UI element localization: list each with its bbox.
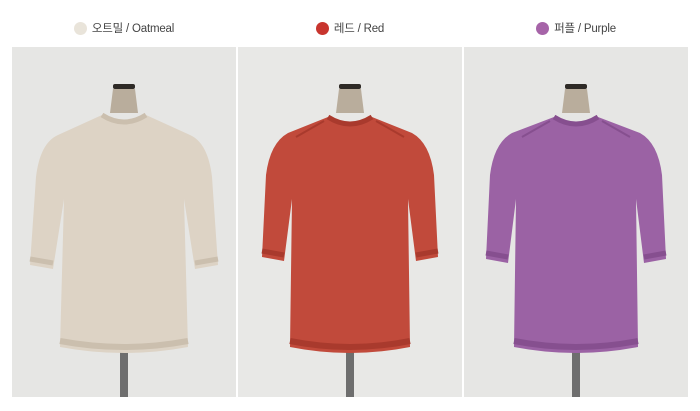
color-label: 오트밀 / Oatmeal (12, 18, 236, 38)
color-option-oatmeal[interactable]: 오트밀 / Oatmeal (12, 0, 236, 411)
color-label: 퍼플 / Purple (464, 18, 688, 38)
color-options-row: 오트밀 / Oatmeal 레드 / Red 퍼플 / Purple (0, 0, 700, 411)
color-name-english: Red (363, 23, 385, 35)
garment-illustration (261, 84, 439, 397)
color-name-korean: 퍼플 (554, 23, 575, 35)
color-option-purple[interactable]: 퍼플 / Purple (464, 0, 688, 411)
color-name-english: Oatmeal (132, 23, 175, 35)
color-name-english: Purple (583, 23, 616, 35)
color-name-korean: 오트밀 (91, 23, 124, 35)
color-name-separator: / (577, 23, 581, 35)
color-label: 레드 / Red (238, 18, 462, 38)
garment-illustration (485, 84, 667, 397)
product-photo (12, 47, 236, 397)
color-swatch (536, 21, 550, 35)
color-name-separator: / (126, 23, 130, 35)
garment-illustration (29, 84, 219, 397)
color-swatch (73, 21, 87, 35)
color-name-korean: 레드 (333, 23, 355, 35)
color-swatch (315, 21, 329, 35)
product-photo (464, 47, 688, 397)
color-option-red[interactable]: 레드 / Red (238, 0, 462, 411)
product-photo (238, 47, 462, 397)
color-name-separator: / (357, 23, 361, 35)
